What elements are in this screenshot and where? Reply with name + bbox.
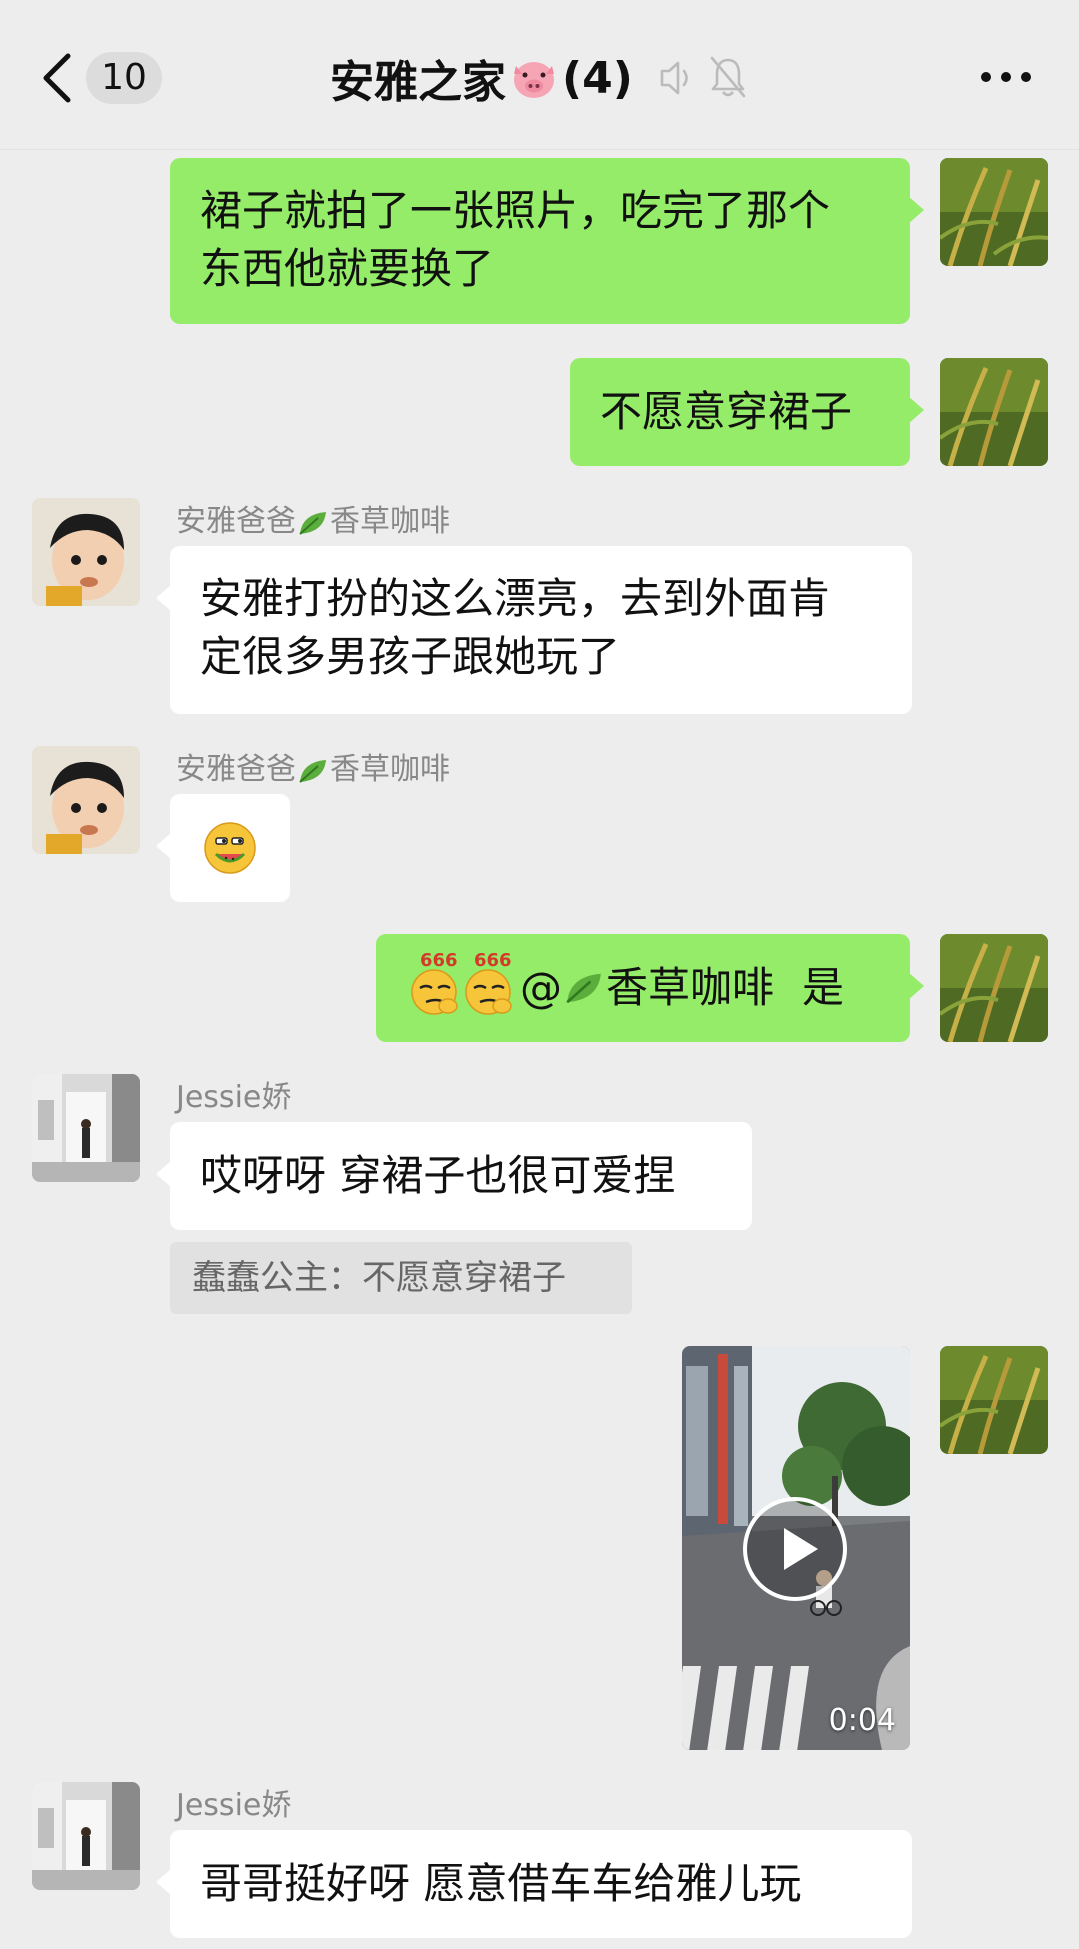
message-bubble-received[interactable] [156, 794, 290, 902]
message-line: 定很多男孩子跟她玩了 [200, 632, 621, 681]
my-avatar[interactable] [940, 158, 1048, 266]
sender-name-suffix: 香草咖啡 [330, 752, 450, 787]
member-count: (4) [562, 52, 633, 104]
sender-name: 安雅爸爸 香草咖啡 [176, 750, 450, 790]
message-text: 是 [802, 963, 845, 1012]
back-button[interactable] [38, 48, 78, 108]
rice-field-avatar-image [940, 934, 1048, 1042]
sender-avatar[interactable] [32, 498, 140, 606]
leaf-icon [299, 511, 326, 535]
hallway-avatar-image [32, 1782, 140, 1890]
message-line: 安雅打扮的这么漂亮，去到外面肯 [200, 574, 831, 623]
leaf-icon [299, 759, 326, 783]
sender-name-prefix: 安雅爸爸 [176, 504, 296, 539]
my-avatar[interactable] [940, 1346, 1048, 1454]
video-duration: 0:04 [828, 1703, 896, 1738]
message-text: 哎呀呀 穿裙子也很可爱捏 [200, 1151, 676, 1200]
rice-field-avatar-image [940, 158, 1048, 266]
message-bubble-sent[interactable]: 不愿意穿裙子 [570, 358, 924, 466]
hallway-avatar-image [32, 1074, 140, 1182]
pig-face-icon [514, 62, 554, 98]
sender-avatar[interactable] [32, 1074, 140, 1182]
more-dots-icon[interactable] [978, 62, 1034, 92]
sender-name: 安雅爸爸 香草咖啡 [176, 502, 450, 542]
message-bubble-sent[interactable]: 666 666 @ 香草咖啡 是 [376, 934, 924, 1042]
sender-avatar[interactable] [32, 746, 140, 854]
chat-title: 安雅之家 (4) [330, 40, 633, 116]
sender-avatar[interactable] [32, 1782, 140, 1890]
toddler-avatar-image [32, 498, 140, 606]
message-bubble-received[interactable]: 哥哥挺好呀 愿意借车车给雅儿玩 [156, 1830, 912, 1938]
watermelon-eating-emoji-icon [204, 822, 256, 874]
speaker-muted-icon [660, 61, 688, 95]
sender-name-suffix: 香草咖啡 [330, 504, 450, 539]
emoji-badge: 666 [420, 950, 458, 971]
rice-field-avatar-image [940, 1346, 1048, 1454]
message-bubble-sent[interactable]: 裙子就拍了一张照片，吃完了那个 东西他就要换了 [170, 158, 924, 324]
bell-muted-icon [710, 56, 746, 98]
my-avatar[interactable] [940, 934, 1048, 1042]
message-text: 不愿意穿裙子 [600, 387, 853, 436]
sender-name-prefix: 安雅爸爸 [176, 752, 296, 787]
group-name: 安雅之家 [330, 57, 506, 108]
rice-field-avatar-image [940, 358, 1048, 466]
message-line: 东西他就要换了 [200, 244, 495, 293]
video-message[interactable]: 0:04 [682, 1346, 910, 1750]
play-icon[interactable] [740, 1494, 850, 1604]
mention-at: @ [520, 963, 562, 1012]
chevron-left-icon [43, 53, 71, 103]
message-bubble-received[interactable]: 哎呀呀 穿裙子也很可爱捏 [156, 1122, 752, 1230]
toddler-avatar-image [32, 746, 140, 854]
message-line: 裙子就拍了一张照片，吃完了那个 [200, 186, 831, 235]
mention-name[interactable]: 香草咖啡 [606, 959, 774, 1017]
sender-name: Jessie娇 [176, 1080, 292, 1115]
quoted-message[interactable]: 蠢蠢公主：不愿意穿裙子 [170, 1242, 632, 1314]
unread-count-badge[interactable]: 10 [86, 52, 162, 104]
sender-name: Jessie娇 [176, 1788, 292, 1823]
message-text: 哥哥挺好呀 愿意借车车给雅儿玩 [200, 1859, 802, 1908]
leaf-icon [566, 973, 601, 1004]
emoji-badge: 666 [474, 950, 512, 971]
my-avatar[interactable] [940, 358, 1048, 466]
chat-header: 10 安雅之家 (4) [0, 0, 1079, 150]
message-bubble-received[interactable]: 安雅打扮的这么漂亮，去到外面肯 定很多男孩子跟她玩了 [156, 546, 912, 714]
